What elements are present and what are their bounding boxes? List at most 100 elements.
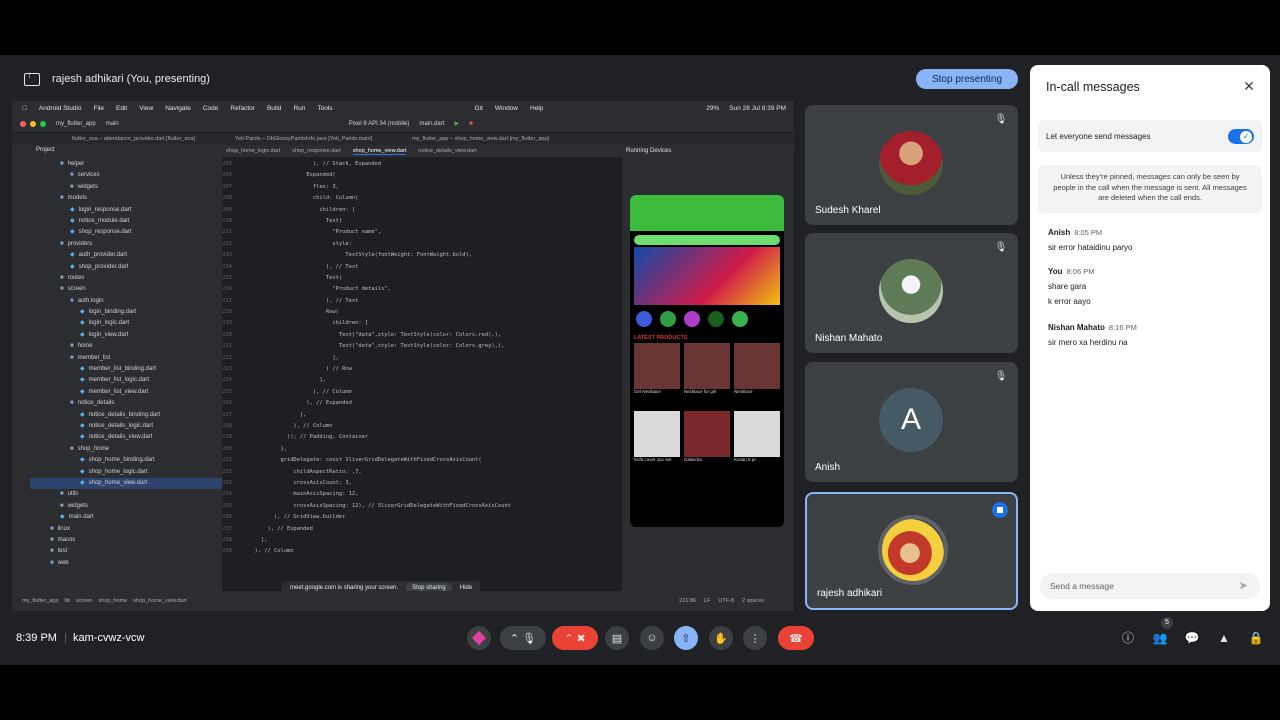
indent-setting[interactable]: 2 spaces [742, 598, 794, 604]
mic-button[interactable]: ⌃ 🎙 [500, 626, 546, 650]
breadcrumb-item[interactable]: screen [76, 598, 93, 604]
category-icon[interactable] [732, 311, 748, 327]
tree-folder[interactable]: ■ notice_details [30, 398, 222, 409]
category-icon[interactable] [636, 311, 652, 327]
mac-menu-item[interactable]: Navigate [165, 105, 191, 112]
editor-tab[interactable]: shop_response.dart [292, 148, 341, 154]
more-options-icon[interactable]: ⋮ [743, 626, 767, 650]
allow-messages-toggle[interactable] [1228, 129, 1254, 144]
tree-file[interactable]: ◆ shop_response.dart [30, 227, 222, 238]
maximize-window-dot[interactable] [40, 120, 46, 127]
tree-file[interactable]: ◆ notice_details_view.dart [30, 432, 222, 443]
participant-tile[interactable]: 🎙 A Anish [805, 362, 1018, 482]
app-search-bar[interactable] [634, 235, 780, 245]
participant-tile[interactable]: 🎙 Sudesh Kharel [805, 105, 1018, 225]
mac-menu-item[interactable]: Window [495, 105, 518, 112]
tree-file[interactable]: ◆ notice_module.dart [30, 216, 222, 227]
category-icon[interactable] [708, 311, 724, 327]
tree-file[interactable]: ◆ shop_home_view.dart [30, 477, 222, 490]
tree-file[interactable]: ◆ notice_details_logic.dart [30, 421, 222, 432]
tree-folder[interactable]: ■ auth.login [30, 296, 222, 307]
line-ending[interactable]: LF [704, 598, 710, 604]
meeting-info-icon[interactable]: ⓘ [1120, 630, 1136, 646]
raise-hand-icon[interactable]: ✋ [709, 626, 733, 650]
tree-file[interactable]: ◆ notice_details_binding.dart [30, 410, 222, 421]
tree-file[interactable]: ◆ member_list_view.dart [30, 387, 222, 398]
participant-tile-self[interactable]: rajesh adhikari [805, 492, 1018, 610]
mac-menu-item[interactable]: Refactor [230, 105, 255, 112]
tree-folder[interactable]: ■ routes [30, 273, 222, 284]
tree-file[interactable]: ◆ login_view.dart [30, 330, 222, 341]
category-icon[interactable] [660, 311, 676, 327]
editor-tab[interactable]: shop_home_view.dart [352, 148, 407, 155]
editor-tab[interactable]: notice_details_view.dart [418, 148, 476, 154]
chat-message-input[interactable] [1040, 573, 1260, 599]
mac-menu-item[interactable]: Run [293, 105, 305, 112]
product-card[interactable]: Kusan 5 pc [734, 411, 780, 475]
tree-folder[interactable]: ■ web [30, 558, 222, 569]
reactions-icon[interactable] [467, 626, 491, 650]
tree-folder[interactable]: ■ home [30, 341, 222, 352]
mac-menu-item[interactable]: Android Studio [39, 105, 82, 112]
close-window-dot[interactable] [20, 120, 26, 127]
tree-folder[interactable]: ■ helper [30, 159, 222, 170]
stop-presenting-button[interactable]: Stop presenting [916, 69, 1018, 89]
product-card[interactable]: Girl Necklace [634, 343, 680, 407]
breadcrumb-item[interactable]: my_flutter_app [22, 598, 58, 604]
send-icon[interactable]: ➤ [1239, 579, 1248, 592]
activities-icon[interactable]: ▲ [1216, 630, 1232, 646]
mac-menu-item[interactable]: Git [475, 105, 483, 112]
product-card[interactable]: Necklace for girl [684, 343, 730, 407]
run-config-selector[interactable]: main.dart [419, 121, 444, 127]
tree-folder[interactable]: ■ test [30, 546, 222, 557]
host-controls-icon[interactable]: 🔒 [1248, 630, 1264, 646]
leave-call-button[interactable]: ☎ [778, 626, 814, 650]
tree-folder[interactable]: ■ shop_home [30, 444, 222, 455]
project-selector[interactable]: my_flutter_app [56, 121, 96, 127]
product-card[interactable]: Sofa cover 1pc set [634, 411, 680, 475]
tree-file[interactable]: ◆ login_logic.dart [30, 318, 222, 329]
cursor-position[interactable]: 221:86 [679, 598, 696, 604]
tree-file[interactable]: ◆ login_response.dart [30, 205, 222, 216]
tree-file[interactable]: ◆ main.dart [30, 512, 222, 523]
mac-menu-item[interactable]: View [139, 105, 153, 112]
code-editor[interactable]: shop_home_logic.dart shop_response.dart sh… [222, 145, 622, 591]
tree-file[interactable]: ◆ member_list_binding.dart [30, 364, 222, 375]
run-icon[interactable]: ▶ [454, 120, 459, 127]
tree-file[interactable]: ◆ shop_provider.dart [30, 262, 222, 273]
tree-folder[interactable]: ■ utils [30, 489, 222, 500]
tree-folder[interactable]: ■ macos [30, 535, 222, 546]
tree-file[interactable]: ◆ shop_home_binding.dart [30, 455, 222, 466]
tree-folder[interactable]: ■ screen [30, 284, 222, 295]
mac-menu-item[interactable]: Tools [317, 105, 332, 112]
mac-menu-item[interactable]: Code [203, 105, 219, 112]
people-icon[interactable]: 👥 [1152, 630, 1168, 646]
participant-tile[interactable]: 🎙 Nishan Mahato [805, 233, 1018, 353]
chat-icon[interactable]: 💬 [1184, 630, 1200, 646]
tree-file[interactable]: ◆ auth_provider.dart [30, 250, 222, 261]
tree-folder[interactable]: ■ services [30, 170, 222, 181]
tree-file[interactable]: ◆ login_binding.dart [30, 307, 222, 318]
breadcrumb-item[interactable]: shop_home_view.dart [133, 598, 187, 604]
branch-selector[interactable]: main [106, 121, 119, 127]
stop-icon[interactable]: ■ [469, 121, 473, 127]
file-encoding[interactable]: UTF-8 [718, 598, 734, 604]
tree-folder[interactable]: ■ providers [30, 239, 222, 250]
present-screen-icon[interactable]: ⇧ [674, 626, 698, 650]
mac-menu-item[interactable]: Help [530, 105, 543, 112]
minimize-window-dot[interactable] [30, 120, 36, 127]
window-tab[interactable]: my_flutter_app – shop_home_view.dart [my… [412, 136, 549, 142]
tree-folder[interactable]: ■ linux [30, 524, 222, 535]
breadcrumb-item[interactable]: shop_home [98, 598, 127, 604]
tree-folder[interactable]: ■ member_list [30, 353, 222, 364]
editor-tab[interactable]: shop_home_logic.dart [226, 148, 280, 154]
camera-off-button[interactable]: ⌃ ✖ [552, 626, 598, 650]
close-icon[interactable]: ✕ [1240, 77, 1258, 95]
mac-menu-item[interactable]: Edit [116, 105, 127, 112]
tree-file[interactable]: ◆ shop_home_logic.dart [30, 467, 222, 478]
tree-folder[interactable]: ■ models [30, 193, 222, 204]
captions-icon[interactable]: ▤ [605, 626, 629, 650]
window-tab[interactable]: flutter_soa – attendance_provider.dart [… [72, 136, 195, 142]
device-selector[interactable]: Pixel 8 API 34 (mobile) [349, 121, 410, 127]
category-icon[interactable] [684, 311, 700, 327]
